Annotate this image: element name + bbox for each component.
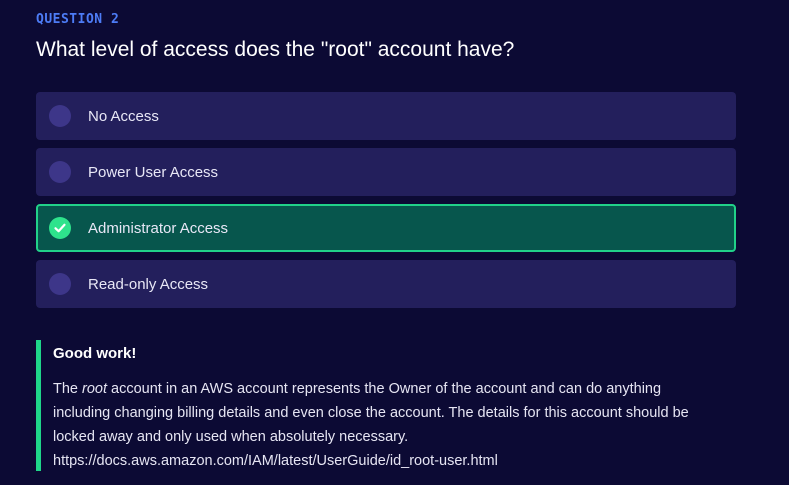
feedback-body: The root account in an AWS account repre… [53, 377, 713, 473]
option-no-access[interactable]: No Access [36, 92, 736, 140]
radio-circle-icon [49, 161, 71, 183]
feedback-emphasis: root [82, 381, 108, 397]
option-label: Read-only Access [88, 275, 209, 293]
check-circle-icon [49, 217, 71, 239]
radio-circle-icon [49, 273, 71, 295]
option-read-only-access[interactable]: Read-only Access [36, 260, 736, 308]
option-label: Administrator Access [88, 219, 229, 237]
answer-options: No Access Power User Access Administrato… [36, 92, 736, 316]
question-number: QUESTION 2 [36, 12, 120, 27]
feedback-link[interactable]: https://docs.aws.amazon.com/IAM/latest/U… [53, 453, 498, 469]
feedback-text-prefix: The [53, 381, 83, 397]
feedback-title: Good work! [53, 345, 137, 362]
question-text: What level of access does the "root" acc… [36, 38, 515, 61]
option-power-user-access[interactable]: Power User Access [36, 148, 736, 196]
option-label: No Access [88, 107, 159, 125]
option-label: Power User Access [88, 163, 219, 181]
option-administrator-access[interactable]: Administrator Access [36, 204, 736, 252]
radio-circle-icon [49, 105, 71, 127]
feedback-text-suffix: account in an AWS account represents the… [53, 381, 689, 445]
feedback-panel: Good work! The root account in an AWS ac… [36, 340, 736, 471]
